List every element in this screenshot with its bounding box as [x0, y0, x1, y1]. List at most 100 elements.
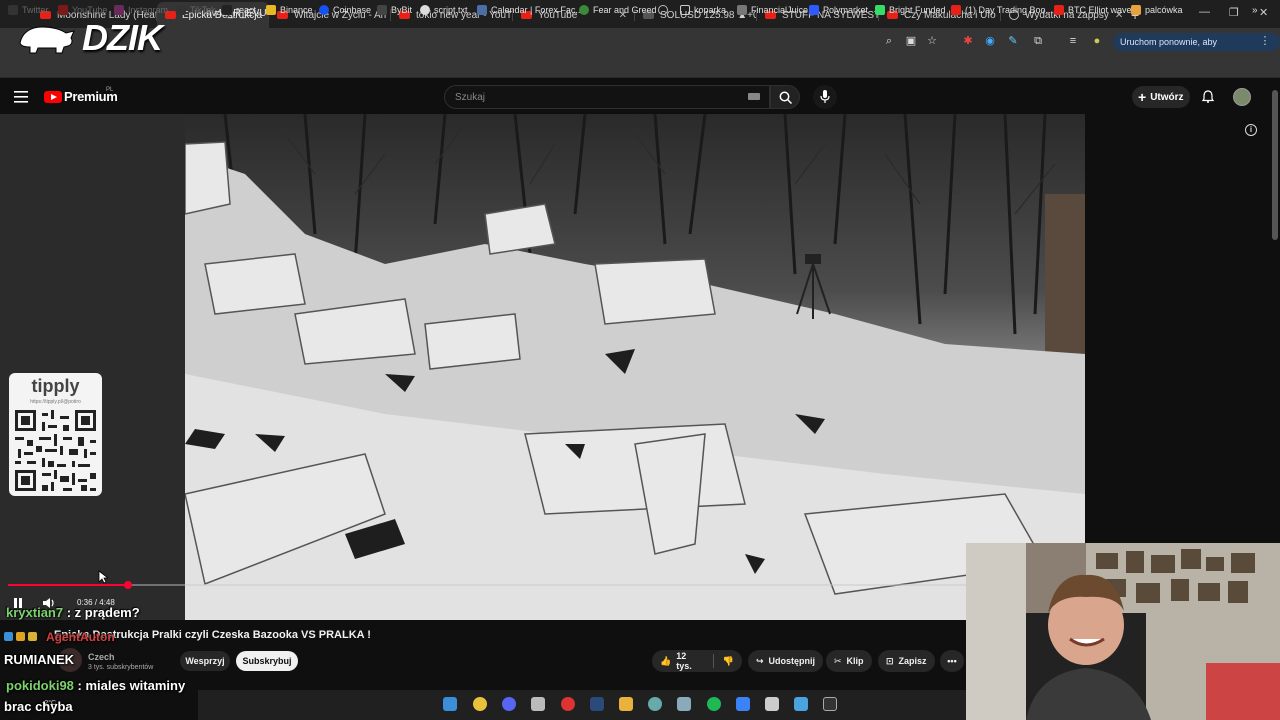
extension-icon[interactable]: ✎: [1007, 35, 1019, 47]
chat-username: kryxtian7: [6, 605, 64, 620]
support-button[interactable]: Wesprzyj: [180, 651, 230, 671]
coinbase-icon: [319, 5, 329, 15]
tiktok-icon: [176, 5, 186, 15]
puzzle-icon[interactable]: ⧉: [1032, 35, 1044, 47]
bookmark-koparka[interactable]: koparka: [680, 5, 726, 15]
bookmark-bright-funded[interactable]: Bright Funded: [875, 5, 946, 15]
windows-start-icon[interactable]: [443, 697, 457, 711]
create-button[interactable]: + Utwórz: [1132, 86, 1190, 108]
thumbs-down-icon[interactable]: 👎: [723, 656, 734, 667]
chat-text: : z prądem?: [66, 605, 140, 620]
clip-button[interactable]: ✂ Klip: [826, 650, 872, 672]
search-container: [444, 85, 770, 109]
app-icon[interactable]: [794, 697, 808, 711]
close-window-icon[interactable]: ✕: [1259, 6, 1268, 19]
badge-icon: [4, 632, 13, 641]
bookmark-twitter[interactable]: Twitter: [8, 5, 49, 15]
boar-icon: [19, 26, 75, 54]
more-bookmarks-icon[interactable]: »: [1252, 5, 1258, 16]
maximize-icon[interactable]: ❐: [1229, 6, 1239, 19]
progress-bar[interactable]: [8, 584, 968, 586]
snowy-rubble-scene: [185, 114, 1085, 620]
search-input[interactable]: [455, 90, 735, 104]
more-dots-icon: •••: [947, 656, 957, 666]
menu-dots-icon[interactable]: ⋮: [1259, 35, 1271, 47]
file-explorer-icon[interactable]: [619, 697, 633, 711]
bookmark-calendar[interactable]: Calendar | Forex Fac...: [477, 5, 583, 15]
info-icon[interactable]: i: [1245, 124, 1257, 136]
news-icon: [737, 5, 747, 15]
share-button[interactable]: ↪ Udostępnij: [748, 650, 824, 672]
star-icon[interactable]: ☆: [926, 35, 938, 47]
chrome-icon[interactable]: [473, 697, 487, 711]
bookmarks-bar: [0, 56, 1280, 78]
keyboard-icon[interactable]: [748, 93, 760, 100]
streamer-webcam: [966, 543, 1280, 720]
notifications-bell-icon[interactable]: [1202, 90, 1214, 103]
chat-username: AgentAuton: [46, 630, 115, 644]
scrollbar-thumb[interactable]: [1272, 90, 1278, 240]
app-icon[interactable]: [648, 697, 662, 711]
bookmark-financialjuice[interactable]: FinancialJuice: [737, 5, 808, 15]
progress-scrubber-handle[interactable]: [124, 581, 132, 589]
bookmark-day-trading[interactable]: (1) Day Trading Boo...: [951, 5, 1053, 15]
subscribe-button[interactable]: Subskrybuj: [236, 651, 298, 671]
scissors-icon: ✂: [834, 655, 842, 666]
qr-url-text: https://tipply.pl/@potiro: [30, 399, 81, 405]
plus-icon: +: [1138, 89, 1147, 105]
bookmark-fear-greed[interactable]: Fear and Greed: [579, 5, 657, 15]
app-icon[interactable]: [531, 697, 545, 711]
youtube-icon: [58, 5, 68, 15]
bookmark-script[interactable]: script.txt: [420, 5, 468, 15]
folder-icon: [680, 5, 690, 15]
bookmark-bybit[interactable]: ByBit: [377, 5, 412, 15]
left-backdrop: [0, 114, 185, 620]
channel-name[interactable]: Czech: [88, 652, 115, 662]
bookmark-icon: [1131, 5, 1141, 15]
reading-list-icon[interactable]: ≡: [1067, 35, 1079, 47]
bookmark-icon: ⊡: [886, 655, 894, 666]
video-player[interactable]: [185, 114, 1085, 620]
cast-icon[interactable]: ▣: [905, 35, 917, 47]
bookmark-tiktok[interactable]: TikTok: [176, 5, 216, 15]
terminal-icon[interactable]: [823, 697, 837, 711]
app-icon[interactable]: [561, 697, 575, 711]
voice-search-button[interactable]: [813, 85, 837, 109]
youtube-icon: [951, 5, 961, 15]
bookmark-btc-elliot[interactable]: BTC Elliot wave: [1054, 5, 1132, 15]
extension-icon[interactable]: ◉: [984, 35, 996, 47]
profile-avatar-icon[interactable]: ●: [1091, 35, 1103, 47]
discord-icon[interactable]: [502, 697, 516, 711]
bookmark-coinbase[interactable]: Coinbase: [319, 5, 371, 15]
spotify-icon[interactable]: [707, 697, 721, 711]
chat-text: : miales witaminy: [77, 678, 186, 693]
taskbar: [198, 690, 966, 720]
extension-icon[interactable]: ✱: [962, 35, 974, 47]
search-button[interactable]: [770, 85, 800, 109]
notepad-icon[interactable]: [765, 697, 779, 711]
bookmark-globe[interactable]: [658, 5, 668, 15]
chat-message: RUMIANEK: [4, 652, 74, 667]
thumbs-up-icon[interactable]: 👍: [660, 656, 671, 667]
bookmark-polymarket[interactable]: Polymarket: [809, 5, 868, 15]
bookmark-react[interactable]: react: [222, 5, 256, 15]
minimize-icon[interactable]: —: [1199, 6, 1210, 18]
github-icon: [420, 5, 430, 15]
right-backdrop: [1085, 114, 1270, 544]
zoom-icon[interactable]: ⌕: [883, 35, 895, 47]
save-button[interactable]: ⊡ Zapisz: [878, 650, 935, 672]
bookmark-instagram[interactable]: Instagram: [114, 5, 168, 15]
instagram-icon: [114, 5, 124, 15]
bookmark-binance[interactable]: Binance: [266, 5, 313, 15]
app-icon[interactable]: [736, 697, 750, 711]
bookmark-palcowka[interactable]: palcówka: [1131, 5, 1183, 15]
chat-badges: [4, 632, 37, 641]
more-actions-button[interactable]: •••: [940, 650, 964, 672]
steam-icon[interactable]: [590, 697, 604, 711]
like-count[interactable]: 12 tys.: [676, 651, 704, 671]
bookmark-youtube[interactable]: YouTube: [58, 5, 107, 15]
account-avatar[interactable]: [1233, 88, 1251, 106]
app-icon[interactable]: [677, 697, 691, 711]
update-browser-button[interactable]: Uruchom ponownie, aby zaktualizować: [1113, 33, 1280, 65]
hamburger-menu-icon[interactable]: [14, 91, 28, 103]
